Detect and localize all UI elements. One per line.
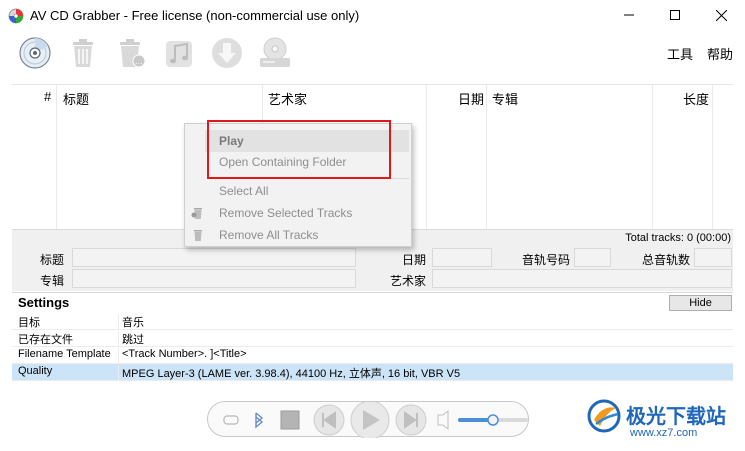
stop-button[interactable] [280,410,300,430]
minimize-button[interactable] [606,0,652,30]
remove-selected-icon [191,208,202,219]
column-title[interactable]: 标题 [63,89,89,108]
watermark: 极光下载站 www.xz7.com [586,398,741,446]
settings-value: 音乐 [118,314,144,330]
settings-row[interactable]: 已存在文件 跳过 [12,330,733,347]
title-bar: AV CD Grabber - Free license (non-commer… [0,0,745,30]
settings-value: <Track Number>. ]<Title> [118,348,247,364]
settings-value: MPEG Layer-3 (LAME ver. 3.98.4), 44100 H… [118,365,460,381]
watermark-name: 极光下载站 [626,406,726,428]
menu-tools[interactable]: 工具 [667,44,693,63]
detail-album-label: 专辑 [40,274,65,288]
settings-panel: Settings Hide 目标 音乐 已存在文件 跳过 Filename Te… [12,292,733,381]
settings-key: Quality [18,365,53,377]
settings-value: 跳过 [118,331,144,347]
grab-button[interactable] [208,34,246,72]
settings-row-selected[interactable]: Quality MPEG Layer-3 (LAME ver. 3.98.4),… [12,364,733,381]
settings-key: Filename Template [18,348,111,360]
detail-track-number-label: 音轨号码 [522,253,571,267]
menu-help[interactable]: 帮助 [707,44,733,63]
read-cd-button[interactable] [16,34,54,72]
detail-total-tracks-label: 总音轨数 [642,253,691,267]
album-field[interactable] [72,269,356,288]
bluetooth-icon [255,412,264,429]
column-divider [56,85,57,230]
column-number[interactable]: # [44,89,51,104]
trash-icon [73,39,93,67]
volume-icon [437,409,449,431]
next-button[interactable] [395,404,427,436]
cd-drive-button[interactable] [256,34,294,72]
artist-field[interactable] [432,269,732,288]
menu-item-remove-selected[interactable]: Remove Selected Tracks [219,206,352,220]
watermark-url: www.xz7.com [630,427,698,439]
eject-icon [223,415,239,425]
music-icon [166,41,192,67]
menu-item-select-all[interactable]: Select All [219,184,268,198]
app-icon [8,8,24,24]
download-icon [212,38,242,68]
delete-button[interactable] [64,34,102,72]
player-controls [207,401,529,438]
hide-button[interactable]: Hide [669,295,732,311]
settings-title: Settings [18,295,70,310]
detail-date-label: 日期 [402,253,427,267]
bluetooth-button[interactable] [255,412,264,429]
delete-all-button[interactable]: … [112,34,150,72]
column-date[interactable]: 日期 [458,89,484,108]
track-number-field[interactable] [574,248,611,267]
column-divider [652,85,653,230]
toolbar: … 工具 帮助 [0,30,745,78]
volume-slider[interactable] [458,414,528,426]
cd-drive-icon [260,37,290,67]
eject-button[interactable] [223,415,239,425]
total-tracks-field[interactable] [694,248,732,267]
settings-key: 目标 [18,317,40,329]
maximize-button[interactable] [652,0,698,30]
detail-artist-label: 艺术家 [390,274,427,288]
total-tracks: Total tracks: 0 (00:00) [625,232,731,244]
maximize-icon [670,10,680,20]
date-field[interactable] [432,248,492,267]
previous-button[interactable] [313,404,345,436]
settings-row[interactable]: Filename Template <Track Number>. ]<Titl… [12,347,733,364]
close-icon [715,9,727,21]
music-button[interactable] [160,34,198,72]
track-details: 标题 日期 音轨号码 总音轨数 专辑 艺术家 [12,246,733,291]
play-button[interactable] [350,402,390,438]
minimize-icon [624,14,634,16]
column-length[interactable]: 长度 [683,89,709,108]
close-button[interactable] [698,0,744,30]
remove-all-icon [194,230,202,241]
settings-row[interactable]: 目标 音乐 [12,313,733,330]
cd-icon [19,37,51,69]
trash-all-icon: … [120,39,146,68]
column-artist[interactable]: 艺术家 [268,89,307,108]
stop-icon [280,410,300,430]
volume-handle[interactable] [487,414,499,426]
column-divider [486,85,487,230]
column-divider [712,85,713,230]
svg-text:…: … [135,57,143,66]
settings-key: 已存在文件 [18,334,73,346]
column-album[interactable]: 专辑 [492,89,518,108]
annotation-highlight-box [207,120,391,179]
window-title: AV CD Grabber - Free license (non-commer… [30,8,360,23]
detail-title-label: 标题 [40,253,65,267]
menu-item-remove-all[interactable]: Remove All Tracks [219,228,318,242]
watermark-logo [587,399,621,433]
title-field[interactable] [72,248,356,267]
column-divider [426,85,427,230]
